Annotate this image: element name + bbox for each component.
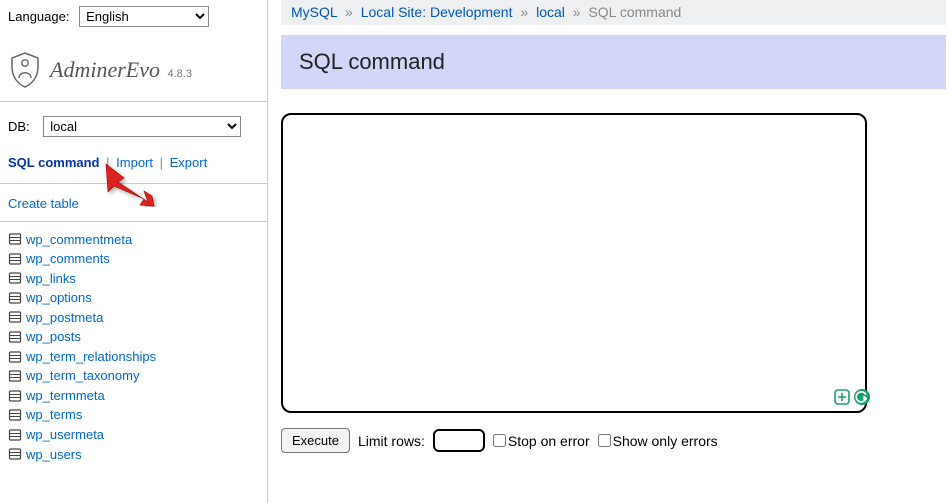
table-row: wp_term_relationships <box>8 347 259 367</box>
page-title-bar: SQL command <box>281 35 946 89</box>
link-create-table[interactable]: Create table <box>8 196 79 211</box>
app-version: 4.8.3 <box>167 68 191 80</box>
table-icon <box>8 369 22 383</box>
breadcrumb: MySQL » Local Site: Development » local … <box>281 0 946 25</box>
table-row: wp_posts <box>8 327 259 347</box>
link-sql-command[interactable]: SQL command <box>8 155 100 170</box>
table-icon <box>8 252 22 266</box>
table-link[interactable]: wp_usermeta <box>26 426 104 444</box>
table-icon <box>8 310 22 324</box>
table-link[interactable]: wp_term_taxonomy <box>26 367 139 385</box>
shield-icon <box>8 51 42 89</box>
db-select[interactable]: local <box>43 116 241 137</box>
show-only-errors-text: Show only errors <box>613 433 718 449</box>
create-table-block: Create table <box>0 184 267 222</box>
sidebar: Language: English AdminerEvo 4.8.3 DB: l… <box>0 0 268 503</box>
stop-on-error-checkbox[interactable] <box>493 434 506 447</box>
sql-textarea[interactable] <box>281 113 867 413</box>
table-icon <box>8 389 22 403</box>
table-link[interactable]: wp_commentmeta <box>26 231 132 249</box>
language-label: Language: <box>8 9 69 24</box>
table-row: wp_commentmeta <box>8 230 259 250</box>
table-icon <box>8 232 22 246</box>
table-link[interactable]: wp_term_relationships <box>26 348 156 366</box>
db-row: DB: local <box>0 102 267 147</box>
logo-block: AdminerEvo 4.8.3 <box>0 33 267 102</box>
table-row: wp_term_taxonomy <box>8 366 259 386</box>
table-icon <box>8 447 22 461</box>
main-content: MySQL » Local Site: Development » local … <box>281 0 949 503</box>
limit-rows-label: Limit rows: <box>358 433 425 449</box>
language-select[interactable]: English <box>79 6 209 27</box>
db-label: DB: <box>8 119 30 134</box>
table-link[interactable]: wp_posts <box>26 328 81 346</box>
execute-button[interactable]: Execute <box>281 428 350 453</box>
language-row: Language: English <box>0 0 267 33</box>
table-row: wp_comments <box>8 249 259 269</box>
breadcrumb-separator: » <box>520 4 528 20</box>
table-link[interactable]: wp_comments <box>26 250 110 268</box>
limit-rows-input[interactable] <box>433 429 485 452</box>
breadcrumb-server[interactable]: Local Site: Development <box>361 4 513 20</box>
link-export[interactable]: Export <box>170 155 208 170</box>
stop-on-error-label[interactable]: Stop on error <box>493 433 590 449</box>
separator: | <box>160 155 163 170</box>
table-row: wp_links <box>8 269 259 289</box>
show-only-errors-label[interactable]: Show only errors <box>598 433 718 449</box>
table-icon <box>8 408 22 422</box>
tables-list: wp_commentmeta wp_comments wp_links wp_o… <box>0 222 267 473</box>
table-icon <box>8 271 22 285</box>
table-row: wp_termmeta <box>8 386 259 406</box>
separator: | <box>106 155 109 170</box>
stop-on-error-text: Stop on error <box>508 433 590 449</box>
grammarly-icon[interactable] <box>853 388 871 406</box>
table-row: wp_postmeta <box>8 308 259 328</box>
extension-widgets <box>833 388 871 406</box>
app-name: AdminerEvo 4.8.3 <box>50 57 192 83</box>
breadcrumb-separator: » <box>573 4 581 20</box>
table-link[interactable]: wp_options <box>26 289 92 307</box>
sql-area: Execute Limit rows: Stop on error Show o… <box>281 113 949 453</box>
breadcrumb-mysql[interactable]: MySQL <box>291 4 337 20</box>
table-icon <box>8 330 22 344</box>
table-icon <box>8 428 22 442</box>
table-link[interactable]: wp_termmeta <box>26 387 105 405</box>
breadcrumb-current: SQL command <box>588 4 681 20</box>
page-title: SQL command <box>299 49 928 75</box>
link-import[interactable]: Import <box>116 155 153 170</box>
table-link[interactable]: wp_users <box>26 446 82 464</box>
controls-row: Execute Limit rows: Stop on error Show o… <box>281 428 949 453</box>
table-link[interactable]: wp_postmeta <box>26 309 103 327</box>
table-link[interactable]: wp_links <box>26 270 76 288</box>
table-row: wp_terms <box>8 405 259 425</box>
action-links: SQL command | Import | Export <box>0 147 267 184</box>
table-link[interactable]: wp_terms <box>26 406 82 424</box>
breadcrumb-db[interactable]: local <box>536 4 565 20</box>
table-row: wp_usermeta <box>8 425 259 445</box>
breadcrumb-separator: » <box>345 4 353 20</box>
table-row: wp_options <box>8 288 259 308</box>
show-only-errors-checkbox[interactable] <box>598 434 611 447</box>
widget-icon[interactable] <box>833 388 851 406</box>
table-icon <box>8 350 22 364</box>
table-row: wp_users <box>8 445 259 465</box>
table-icon <box>8 291 22 305</box>
